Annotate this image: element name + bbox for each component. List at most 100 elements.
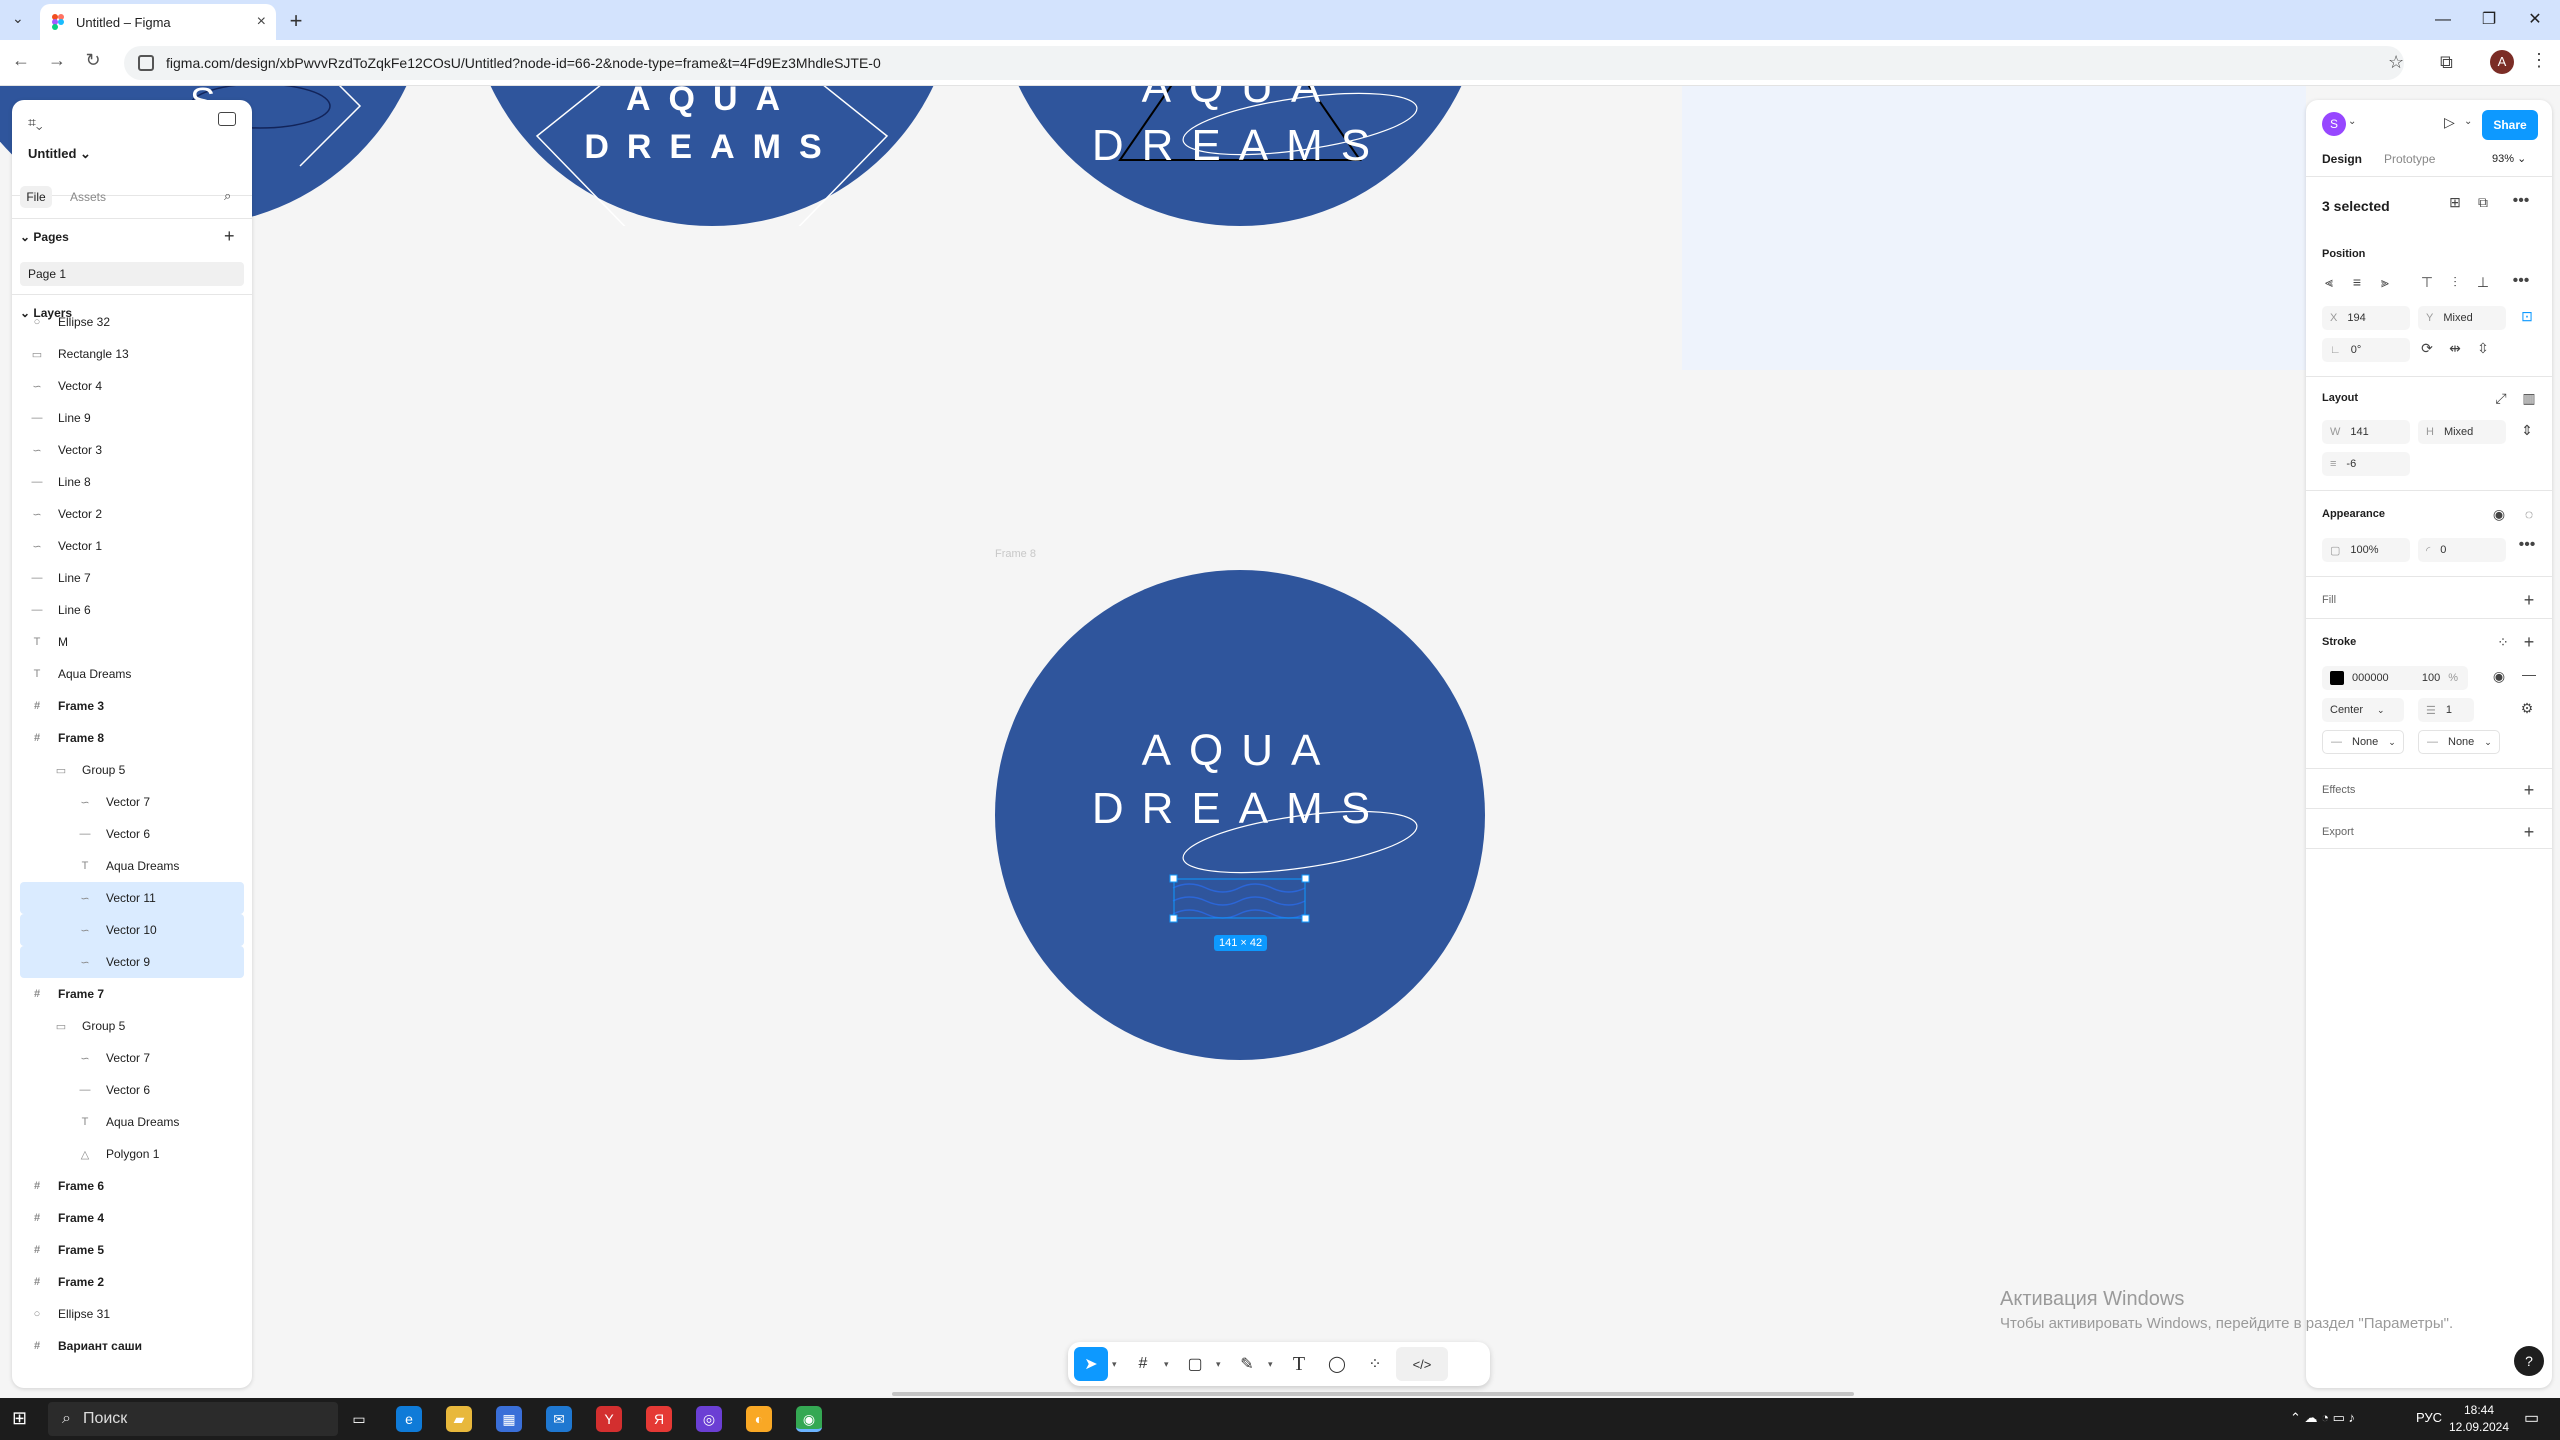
help-button[interactable]: ? (2514, 1346, 2544, 1376)
clock[interactable]: 18:44 12.09.2024 (2446, 1402, 2512, 1436)
add-fill-icon[interactable]: + (2518, 590, 2540, 611)
resize-icon[interactable]: ⤢ (2490, 390, 2512, 407)
flip-vertical-icon[interactable]: ⇳ (2472, 340, 2494, 357)
text-tool-icon[interactable]: T (1282, 1347, 1316, 1381)
comment-tool-icon[interactable]: ◯ (1320, 1347, 1354, 1381)
pen-tool-icon[interactable]: ✎ (1230, 1347, 1264, 1381)
stroke-swatch[interactable] (2330, 671, 2344, 685)
task-view-icon[interactable]: ▭ (346, 1406, 372, 1432)
layer-row[interactable]: T Aqua Dreams (12, 850, 252, 882)
constrain-proportions-icon[interactable]: ⇕ (2516, 422, 2538, 439)
corner-radius-field[interactable]: ◜ 0 (2418, 538, 2506, 562)
remove-stroke-icon[interactable]: — (2518, 666, 2540, 682)
actions-tool-icon[interactable]: ⁘ (1358, 1347, 1392, 1381)
opacity-field[interactable]: ▢ 100% (2322, 538, 2410, 562)
mail-icon[interactable]: ✉ (546, 1406, 572, 1432)
rotation-field[interactable]: ∟ 0° (2322, 338, 2410, 362)
layer-row[interactable]: ∽ Vector 9 (20, 946, 244, 978)
stroke-weight-field[interactable]: ☰ 1 (2418, 698, 2474, 722)
layer-row[interactable]: ∽ Vector 7 (12, 1042, 252, 1074)
layer-row[interactable]: ○ Ellipse 32 (12, 306, 252, 338)
minimize-icon[interactable]: — (2420, 6, 2466, 34)
component-icon[interactable]: ⊞ (2444, 194, 2466, 211)
canvas-scrollbar[interactable] (892, 1392, 1854, 1396)
new-tab-button[interactable]: + (282, 8, 310, 36)
auto-layout-icon[interactable]: ▥ (2518, 390, 2540, 407)
tab-search-icon[interactable]: ⌄ (12, 10, 24, 27)
layer-row[interactable]: — Vector 6 (12, 818, 252, 850)
more-align-icon[interactable]: ••• (2510, 272, 2532, 290)
chevron-down-icon[interactable]: ⌄ (2464, 116, 2472, 127)
layer-row[interactable]: △ Polygon 1 (12, 1138, 252, 1170)
flip-horizontal-icon[interactable]: ⇹ (2444, 340, 2466, 357)
more-icon[interactable]: ••• (2516, 536, 2538, 554)
layer-row[interactable]: # Frame 3 (12, 690, 252, 722)
browser-tab[interactable]: Untitled – Figma × (40, 4, 276, 40)
layer-row[interactable]: — Vector 6 (12, 1074, 252, 1106)
chrome-icon[interactable]: ◉ (796, 1406, 822, 1432)
chevron-down-icon[interactable]: ▾ (1164, 1359, 1174, 1370)
more-icon[interactable]: ••• (2510, 192, 2532, 210)
stroke-color-field[interactable]: 000000 100% (2322, 666, 2468, 690)
layer-row[interactable]: — Line 8 (12, 466, 252, 498)
present-icon[interactable]: ▷ (2444, 114, 2455, 131)
close-window-icon[interactable]: ✕ (2512, 6, 2558, 34)
layer-row[interactable]: ∽ Vector 11 (20, 882, 244, 914)
blend-mode-icon[interactable]: ◌ (2518, 506, 2540, 522)
chevron-down-icon[interactable]: ⌄ (2348, 116, 2356, 127)
browser-menu-icon[interactable]: ⋮ (2530, 50, 2548, 71)
app-icon[interactable]: ◐ (746, 1406, 772, 1432)
frame-circle-main[interactable]: AQUA DREAMS 141 × 42 (995, 570, 1485, 1060)
layer-row[interactable]: — Line 9 (12, 402, 252, 434)
tab-file[interactable]: File (20, 186, 52, 208)
windows-start-icon[interactable]: ⊞ (12, 1408, 27, 1429)
pages-heading[interactable]: ⌄ Pages (20, 230, 69, 244)
frame-circle-2[interactable]: AQUA DREAMS (467, 86, 957, 226)
reload-icon[interactable]: ↻ (80, 50, 106, 71)
layer-row[interactable]: — Line 7 (12, 562, 252, 594)
layer-row[interactable]: TM (12, 626, 252, 658)
layer-row[interactable]: ○ Ellipse 31 (12, 1298, 252, 1330)
rotate-icon[interactable]: ⟳ (2416, 340, 2438, 357)
eye-icon[interactable]: ◉ (2488, 668, 2510, 685)
taskbar-search[interactable]: ⌕ Поиск (48, 1402, 338, 1436)
layer-row[interactable]: ∽ Vector 7 (12, 786, 252, 818)
boolean-icon[interactable]: ⧉ (2472, 194, 2494, 211)
spacing-field[interactable]: ≡ -6 (2322, 452, 2410, 476)
close-tab-icon[interactable]: × (257, 13, 266, 31)
edge-icon[interactable]: e (396, 1406, 422, 1432)
layer-row[interactable]: # Вариант саши (12, 1330, 252, 1362)
layer-row[interactable]: ∽ Vector 10 (20, 914, 244, 946)
design-canvas[interactable]: S AQUA DREAMS AQUA DREAMS Frame 8 (0, 86, 2560, 1396)
yandex-browser-icon[interactable]: Я (646, 1406, 672, 1432)
height-field[interactable]: H Mixed (2418, 420, 2506, 444)
align-top-icon[interactable]: ⊤ (2416, 274, 2438, 291)
share-button[interactable]: Share (2482, 110, 2538, 140)
language-indicator[interactable]: РУС (2416, 1410, 2442, 1425)
tab-design[interactable]: Design (2322, 152, 2362, 166)
chevron-down-icon[interactable]: ▾ (1112, 1359, 1122, 1370)
rectangle-tool-icon[interactable]: ▢ (1178, 1347, 1212, 1381)
layer-row[interactable]: ▭ Rectangle 13 (12, 338, 252, 370)
file-explorer-icon[interactable]: ▰ (446, 1406, 472, 1432)
tab-assets[interactable]: Assets (70, 190, 106, 204)
frame-label[interactable]: Frame 8 (995, 548, 1036, 560)
add-effect-icon[interactable]: + (2518, 780, 2540, 801)
restore-icon[interactable]: ❐ (2466, 6, 2512, 34)
main-menu-icon[interactable]: ⌗⌄ (28, 114, 43, 131)
cap-start-select[interactable]: — None ⌄ (2322, 730, 2404, 754)
layer-row[interactable]: T Aqua Dreams (12, 658, 252, 690)
discord-icon[interactable]: ◎ (696, 1406, 722, 1432)
frame-circle-3[interactable]: AQUA DREAMS (995, 86, 1485, 226)
align-bottom-icon[interactable]: ⊥ (2472, 274, 2494, 291)
back-icon[interactable]: ← (8, 50, 34, 71)
forward-icon[interactable]: → (44, 50, 70, 71)
layer-row[interactable]: # Frame 5 (12, 1234, 252, 1266)
profile-avatar[interactable]: A (2490, 50, 2514, 74)
empty-frame[interactable] (1682, 86, 2306, 370)
toggle-panel-icon[interactable] (218, 112, 236, 126)
width-field[interactable]: W 141 (2322, 420, 2410, 444)
chevron-down-icon[interactable]: ▾ (1216, 1359, 1226, 1370)
layer-row[interactable]: ∽ Vector 4 (12, 370, 252, 402)
add-stroke-icon[interactable]: + (2518, 632, 2540, 653)
